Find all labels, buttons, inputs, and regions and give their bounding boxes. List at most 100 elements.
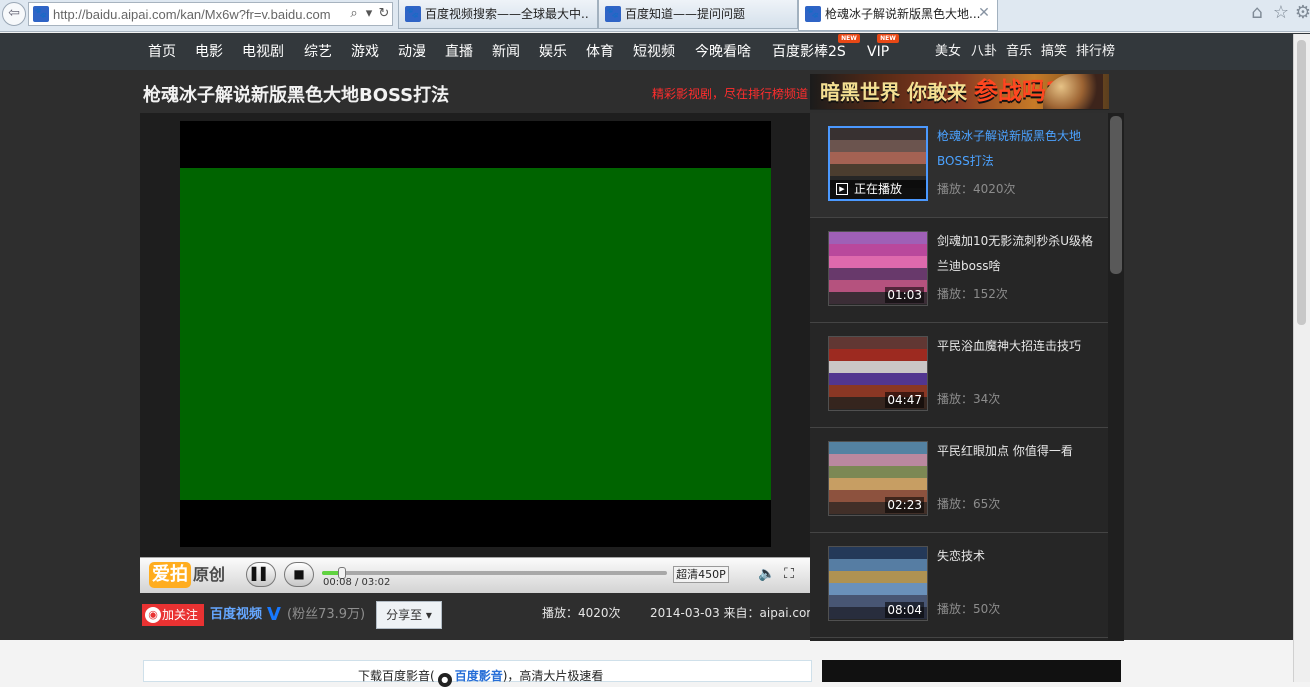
download-promo[interactable]: 下载百度影音(● 百度影音)，高清大片极速看 [358,668,603,687]
sidebar-video-title[interactable]: 平民红眼加点 你值得一看 [937,439,1100,464]
tab-baidu-video-search[interactable]: 🐾 百度视频搜索——全球最大中... [398,0,598,29]
thumbnail-game-scene [829,244,927,256]
tab-label: 百度知道——提问问题 [625,7,746,21]
thumbnail-game-scene [829,337,927,349]
gear-icon[interactable]: ⚙ [1292,2,1310,24]
nav-item-tv[interactable]: 电视剧 [242,42,284,62]
game-ad-banner[interactable]: 暗黑世界 你敢来 参战吗? [810,74,1109,110]
nav-item-funny[interactable]: 搞笑 [1041,42,1067,62]
sidebar-video-views: 播放：34次 [937,392,1001,406]
now-playing-label: ▶ 正在播放 [830,180,926,199]
nav-item-anime[interactable]: 动漫 [398,42,426,62]
nav-item-movie[interactable]: 电影 [195,42,223,62]
sidebar-video-title[interactable]: 剑魂加10无影流刺秒杀U级格兰迪boss啥 [937,229,1100,279]
channel-name[interactable]: 百度视频 [210,606,262,624]
nav-item-tonight[interactable]: 今晚看啥 [695,42,751,62]
video-duration: 01:03 [885,287,924,303]
sidebar-video-views: 播放：152次 [937,287,1008,301]
sidebar-video-views: 播放：50次 [937,602,1001,616]
follow-button[interactable]: ◉ 加关注 [142,604,204,626]
sidebar-video-item[interactable]: 01:03 剑魂加10无影流刺秒杀U级格兰迪boss啥 播放：152次 [810,218,1110,323]
verified-icon: V [267,604,281,625]
volume-icon[interactable]: 🔈 [758,566,775,582]
aipai-logo-sub: 原创 [193,565,226,584]
nav-item-vip[interactable]: VIP [867,42,889,62]
nav-item-gossip[interactable]: 八卦 [971,42,997,62]
banner-text-left: 暗黑世界 [820,80,900,104]
pause-button[interactable]: ▌▌ [246,562,276,587]
tab-label: 百度视频搜索——全球最大中... [425,7,589,21]
url-text[interactable]: http://baidu.aipai.com/kan/Mx6w?fr=v.bai… [53,7,343,23]
nav-item-sports[interactable]: 体育 [586,42,614,62]
video-thumbnail[interactable]: 04:47 [828,336,928,411]
progress-fill [322,571,340,575]
thumbnail-game-scene [829,442,927,454]
nav-item-home[interactable]: 首页 [148,42,176,62]
banner-text-mid: 你敢来 [906,80,967,104]
star-icon[interactable]: ☆ [1270,2,1292,24]
aipai-logo-brand: 爱拍 [149,562,191,588]
video-thumbnail[interactable]: 01:03 [828,231,928,306]
top-navigation: 首页 电影 电视剧 综艺 游戏 动漫 直播 新闻 娱乐 体育 短视频 今晚看啥 … [0,33,1310,70]
new-badge: NEW [838,34,860,43]
thumbnail-game-scene [829,454,927,466]
page-scrollbar[interactable] [1297,40,1306,325]
nav-item-news[interactable]: 新闻 [492,42,520,62]
nav-item-live[interactable]: 直播 [445,42,473,62]
thumbnail-game-scene [829,466,927,478]
sidebar-video-item[interactable]: 04:47 平民浴血魔神大招连击技巧 播放：34次 [810,323,1110,428]
playback-time: 00:08 / 03:02 [323,577,391,588]
sidebar-video-item[interactable]: 02:23 平民红眼加点 你值得一看 播放：65次 [810,428,1110,533]
stop-button[interactable]: ■ [284,562,314,587]
chevron-down-icon[interactable]: ▾ [362,6,376,22]
home-icon[interactable]: ⌂ [1246,2,1268,24]
tab-baidu-zhidao[interactable]: 🐾 百度知道——提问问题 [598,0,798,29]
ranking-promo-link[interactable]: 精彩影视剧，尽在排行榜频道 [652,86,808,102]
tab-current-video[interactable]: 🐾 枪魂冰子解说新版黑色大地... ✕ [798,0,998,31]
date-source: 2014-03-03 来自：aipai.com [650,606,818,620]
right-bottom-panel [822,660,1121,682]
search-icon[interactable]: ⌕ [347,6,361,22]
video-duration: 02:23 [885,497,924,513]
sidebar-scrollbar[interactable] [1110,116,1122,274]
nav-item-beauty[interactable]: 美女 [935,42,961,62]
address-bar[interactable]: 🐾 http://baidu.aipai.com/kan/Mx6w?fr=v.b… [28,2,393,26]
sidebar-video-title[interactable]: 平民浴血魔神大招连击技巧 [937,334,1100,359]
baidu-paw-icon: 🐾 [405,6,421,22]
baidu-player-link[interactable]: 百度影音 [455,669,503,683]
refresh-icon[interactable]: ↻ [377,6,391,22]
nav-item-ranking[interactable]: 排行榜 [1076,42,1115,62]
video-thumbnail[interactable]: 02:23 [828,441,928,516]
thumbnail-game-scene [830,128,926,140]
new-badge: NEW [877,34,899,43]
sidebar-video-item[interactable]: ▶ 正在播放 枪魂冰子解说新版黑色大地BOSS打法 播放：4020次 [810,113,1110,218]
sidebar-video-title[interactable]: 枪魂冰子解说新版黑色大地BOSS打法 [937,124,1100,174]
baidu-paw-icon: 🐾 [805,6,821,22]
stop-icon: ■ [293,567,305,581]
close-icon[interactable]: ✕ [976,5,992,21]
nav-item-short-video[interactable]: 短视频 [633,42,675,62]
nav-item-games[interactable]: 游戏 [351,42,379,62]
nav-item-music[interactable]: 音乐 [1006,42,1032,62]
nav-item-variety[interactable]: 综艺 [304,42,332,62]
pause-icon: ▌▌ [251,567,271,581]
play-count: 播放：4020次 [542,606,621,620]
share-button[interactable]: 分享至 ▾ [376,601,442,629]
video-title: 枪魂冰子解说新版黑色大地BOSS打法 [143,85,450,106]
sidebar-video-views: 播放：65次 [937,497,1001,511]
weibo-icon: ◉ [145,607,161,623]
thumbnail-game-scene [829,256,927,268]
progress-bar[interactable] [322,571,667,575]
fullscreen-icon[interactable]: ⛶ [781,566,797,582]
baidu-paw-icon: 🐾 [605,6,621,22]
sidebar-video-item[interactable]: 08:04 失恋技术 播放：50次 [810,533,1110,638]
quality-selector[interactable]: 超清450P [673,566,729,583]
video-content[interactable] [180,168,771,500]
back-arrow-icon[interactable]: ⇦ [2,2,26,26]
nav-item-baidu-stick[interactable]: 百度影棒2S [772,42,846,62]
video-thumbnail[interactable]: 08:04 [828,546,928,621]
nav-item-entertainment[interactable]: 娱乐 [539,42,567,62]
sidebar-video-title[interactable]: 失恋技术 [937,544,1100,569]
video-thumbnail[interactable]: ▶ 正在播放 [828,126,928,201]
download-prefix: 下载百度影音( [358,669,435,683]
